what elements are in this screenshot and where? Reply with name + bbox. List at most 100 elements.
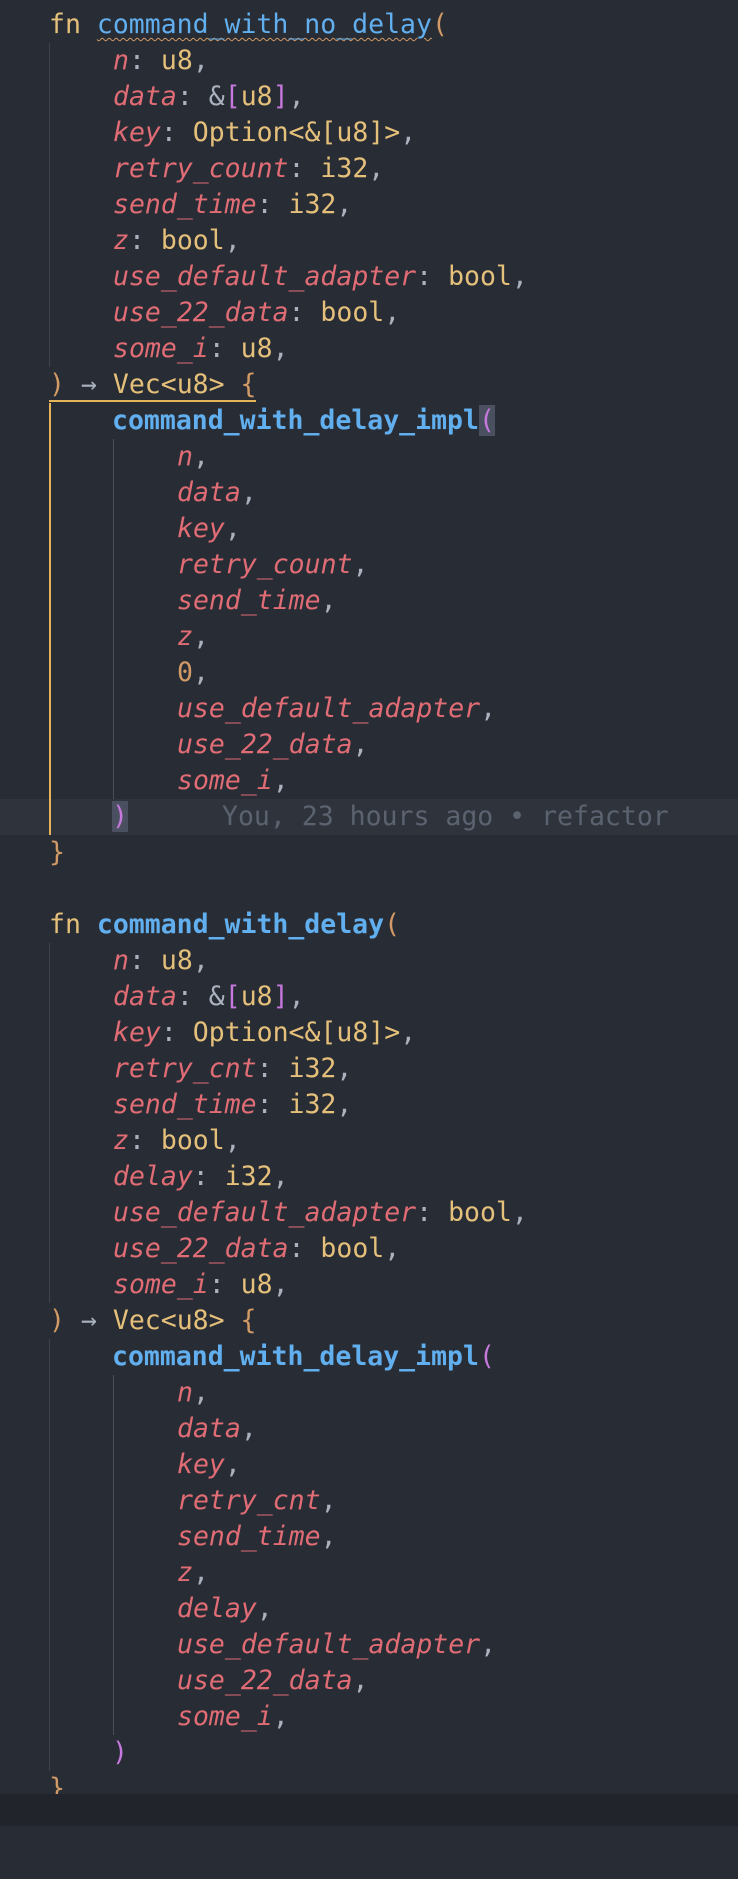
code-line[interactable]: fn command_with_no_delay( bbox=[0, 7, 738, 43]
current-line[interactable]: ) You, 23 hours ago • refactor bbox=[0, 799, 738, 835]
code-line[interactable]: n, bbox=[0, 1375, 738, 1411]
code-line[interactable]: ) → Vec<u8> { bbox=[0, 1303, 738, 1339]
code-line[interactable]: delay, bbox=[0, 1591, 738, 1627]
call-function-name[interactable]: command_with_delay_impl bbox=[112, 405, 479, 436]
fn-keyword: fn bbox=[49, 9, 81, 40]
code-line[interactable]: z, bbox=[0, 1555, 738, 1591]
param-type: bool bbox=[160, 225, 225, 256]
code-line[interactable]: some_i: u8, bbox=[0, 331, 738, 367]
code-line[interactable]: data: &[u8], bbox=[0, 79, 738, 115]
code-line[interactable]: use_22_data: bool, bbox=[0, 295, 738, 331]
code-line[interactable]: retry_count: i32, bbox=[0, 151, 738, 187]
code-line[interactable]: delay: i32, bbox=[0, 1159, 738, 1195]
code-line[interactable]: key: Option<&[u8]>, bbox=[0, 1015, 738, 1051]
code-line[interactable]: retry_cnt, bbox=[0, 1483, 738, 1519]
code-line[interactable]: key, bbox=[0, 1447, 738, 1483]
code-line[interactable]: some_i, bbox=[0, 763, 738, 799]
call-function-name[interactable]: command_with_delay_impl bbox=[112, 1341, 479, 1372]
code-line[interactable]: 0, bbox=[0, 655, 738, 691]
code-line[interactable]: z: bool, bbox=[0, 223, 738, 259]
code-line[interactable]: n, bbox=[0, 439, 738, 475]
param-name: send_time bbox=[113, 189, 257, 220]
code-line[interactable]: } bbox=[0, 835, 738, 871]
git-blame-annotation: You, 23 hours ago • refactor bbox=[222, 801, 669, 832]
param-type: bool bbox=[320, 1233, 385, 1264]
code-line[interactable]: some_i: u8, bbox=[0, 1267, 738, 1303]
code-editor[interactable]: fn command_with_no_delay( n: u8, data: &… bbox=[0, 0, 738, 1826]
matched-bracket: ( bbox=[478, 405, 495, 436]
code-line[interactable]: key: Option<&[u8]>, bbox=[0, 115, 738, 151]
code-line[interactable]: n: u8, bbox=[0, 943, 738, 979]
code-line[interactable]: send_time: i32, bbox=[0, 187, 738, 223]
param-name: use_22_data bbox=[113, 1233, 289, 1264]
code-line[interactable]: data: &[u8], bbox=[0, 979, 738, 1015]
call-arg: retry_cnt bbox=[177, 1485, 321, 1516]
code-line[interactable]: use_default_adapter, bbox=[0, 691, 738, 727]
param-type: bool bbox=[448, 1197, 512, 1228]
call-arg: send_time bbox=[177, 1521, 321, 1552]
code-line[interactable]: key, bbox=[0, 511, 738, 547]
arrow-icon: → bbox=[80, 1305, 97, 1336]
code-line[interactable]: use_default_adapter, bbox=[0, 1627, 738, 1663]
function-name[interactable]: command_with_delay bbox=[97, 909, 384, 940]
code-line[interactable]: z: bool, bbox=[0, 1123, 738, 1159]
open-paren: ( bbox=[384, 909, 401, 940]
param-type: u8 bbox=[160, 45, 193, 76]
arrow-icon: → bbox=[80, 369, 97, 400]
code-line[interactable]: use_22_data: bool, bbox=[0, 1231, 738, 1267]
editor-bottom-bar bbox=[0, 1794, 738, 1826]
param-type: i32 bbox=[224, 1161, 273, 1192]
param-name: retry_cnt bbox=[113, 1053, 257, 1084]
fn-keyword: fn bbox=[49, 909, 81, 940]
param-name: some_i bbox=[113, 333, 209, 364]
param-name: some_i bbox=[113, 1269, 209, 1300]
code-line[interactable]: fn command_with_delay( bbox=[0, 907, 738, 943]
call-arg: key bbox=[177, 513, 225, 544]
call-arg: delay bbox=[177, 1593, 257, 1624]
param-name: key bbox=[113, 117, 161, 148]
code-line[interactable]: retry_count, bbox=[0, 547, 738, 583]
code-line[interactable]: some_i, bbox=[0, 1699, 738, 1735]
param-type: u8 bbox=[240, 81, 273, 112]
function-name[interactable]: command_with_no_delay bbox=[97, 9, 432, 40]
param-type: bool bbox=[448, 261, 512, 292]
code-line[interactable]: ) → Vec<u8> { bbox=[0, 367, 738, 403]
param-type: i32 bbox=[320, 153, 369, 184]
code-line[interactable]: retry_cnt: i32, bbox=[0, 1051, 738, 1087]
call-arg: z bbox=[177, 1557, 193, 1588]
param-type: u8 bbox=[160, 945, 193, 976]
param-name: z bbox=[113, 225, 129, 256]
param-name: n bbox=[113, 45, 129, 76]
code-line[interactable]: send_time: i32, bbox=[0, 1087, 738, 1123]
code-line[interactable]: use_default_adapter: bool, bbox=[0, 1195, 738, 1231]
code-line[interactable]: use_22_data, bbox=[0, 727, 738, 763]
call-arg: data bbox=[177, 477, 241, 508]
param-name: use_default_adapter bbox=[113, 1197, 417, 1228]
call-arg: retry_count bbox=[177, 549, 353, 580]
code-line[interactable]: send_time, bbox=[0, 1519, 738, 1555]
code-line[interactable]: ) bbox=[0, 1735, 738, 1771]
param-type: bool bbox=[320, 297, 385, 328]
code-line[interactable]: use_default_adapter: bool, bbox=[0, 259, 738, 295]
call-arg: z bbox=[177, 621, 193, 652]
param-type: i32 bbox=[288, 1089, 337, 1120]
call-arg: use_22_data bbox=[177, 729, 353, 760]
param-name: data bbox=[113, 81, 177, 112]
call-arg: send_time bbox=[177, 585, 321, 616]
param-name: send_time bbox=[113, 1089, 257, 1120]
param-type: u8 bbox=[240, 333, 273, 364]
code-line[interactable]: use_22_data, bbox=[0, 1663, 738, 1699]
code-line[interactable]: command_with_delay_impl( bbox=[0, 403, 738, 439]
param-name: n bbox=[113, 945, 129, 976]
code-line[interactable]: data, bbox=[0, 1411, 738, 1447]
code-line[interactable]: n: u8, bbox=[0, 43, 738, 79]
code-line[interactable]: z, bbox=[0, 619, 738, 655]
code-line[interactable]: command_with_delay_impl( bbox=[0, 1339, 738, 1375]
code-line[interactable]: send_time, bbox=[0, 583, 738, 619]
param-name: use_default_adapter bbox=[113, 261, 417, 292]
code-line[interactable]: data, bbox=[0, 475, 738, 511]
call-arg: key bbox=[177, 1449, 225, 1480]
return-type: Vec<u8> bbox=[112, 369, 225, 400]
call-arg: data bbox=[177, 1413, 241, 1444]
call-arg: use_default_adapter bbox=[177, 1629, 481, 1660]
